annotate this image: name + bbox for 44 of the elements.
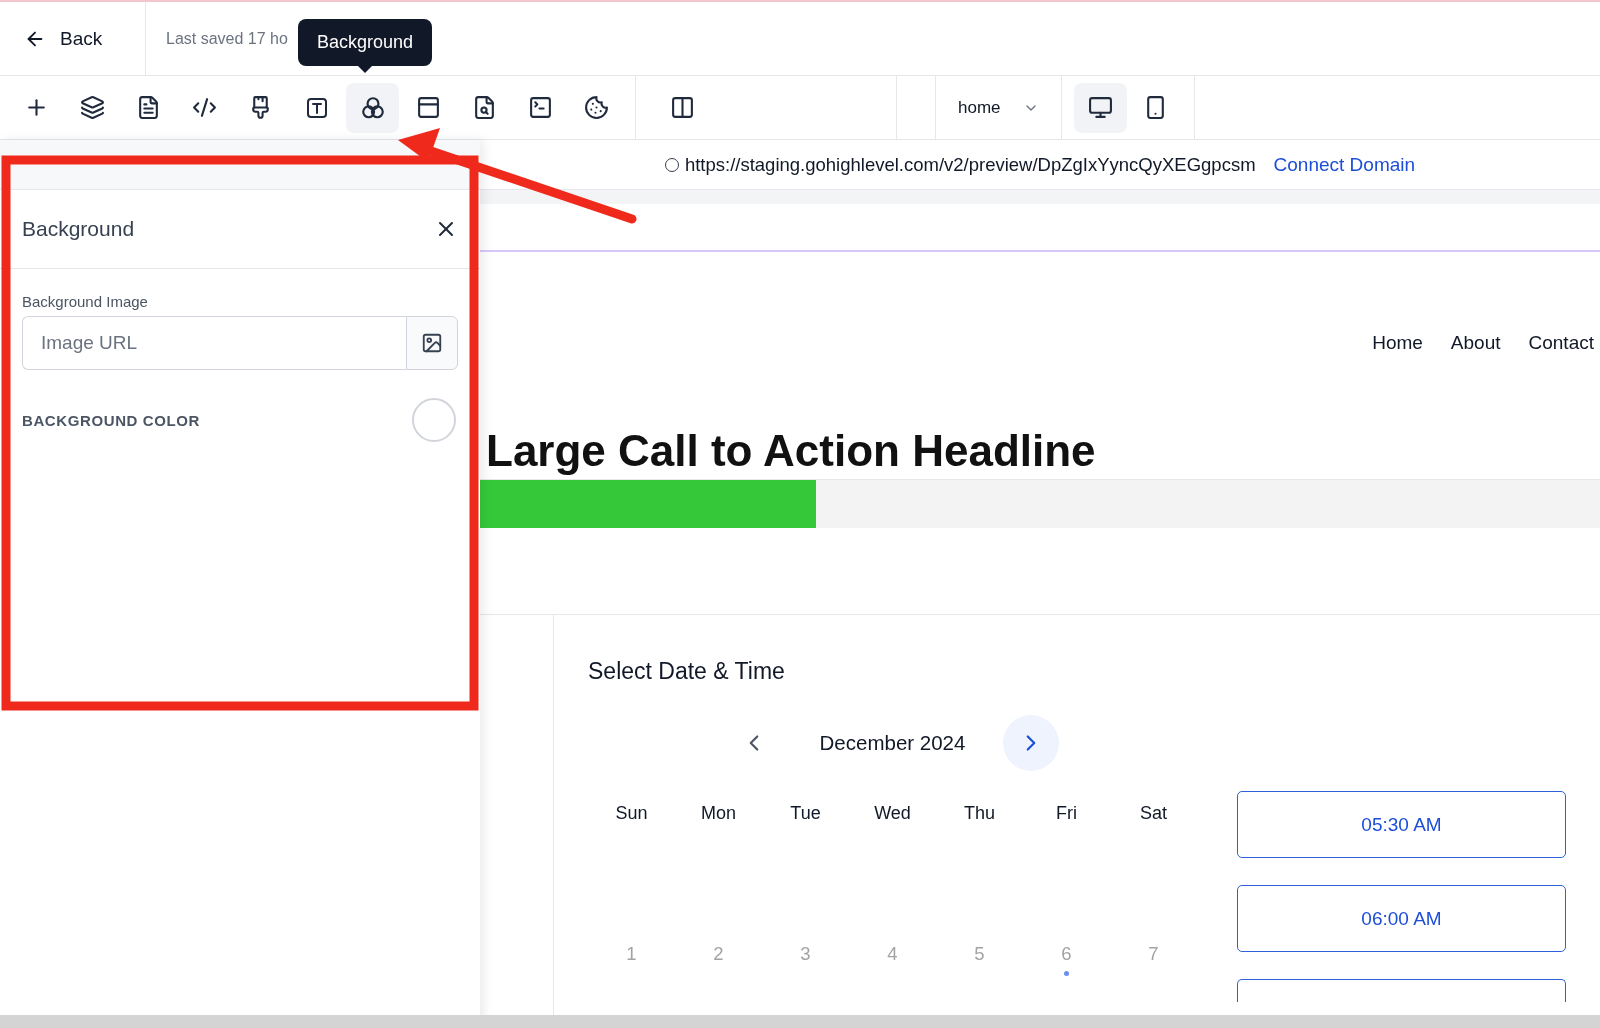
image-url-field[interactable]: Image URL — [22, 316, 406, 370]
nav-link[interactable]: About — [1450, 332, 1501, 354]
code-icon — [192, 95, 217, 120]
weekday-label: Sat — [1139, 803, 1168, 826]
preview-url: https://staging.gohighlevel.com/v2/preview/DpZgIxYyncQyXEGgpcsm — [684, 153, 1256, 176]
pointer-tooltip — [358, 66, 373, 73]
color-swatch[interactable] — [412, 398, 456, 442]
color-label: BACKGROUND COLOR — [22, 411, 200, 429]
weekday-label: Wed — [873, 803, 912, 826]
page-search-icon — [472, 95, 497, 120]
headline: Large Call to Action Headline — [486, 427, 1097, 476]
image-picker-button[interactable] — [406, 316, 458, 370]
columns-icon — [670, 95, 695, 120]
weekday-label: Thu — [963, 803, 996, 826]
cookie-icon — [584, 95, 609, 120]
terminal-icon — [528, 95, 553, 120]
circles-icon — [359, 94, 386, 121]
desktop-icon — [1087, 95, 1113, 120]
field-label: Background Image — [22, 293, 149, 310]
weekday-label: Sun — [614, 803, 649, 826]
panel-title: Background — [22, 217, 135, 241]
page-dropdown[interactable]: home — [936, 76, 1062, 139]
date-marker-dot — [1064, 971, 1069, 977]
back-button[interactable]: Back — [0, 2, 146, 75]
time-slot-button[interactable]: 06:00 AM — [1237, 885, 1566, 953]
weekday-label: Tue — [789, 803, 822, 826]
image-icon — [421, 332, 443, 354]
time-slot-button[interactable]: 05:30 AM — [1237, 791, 1566, 859]
time-slot-button[interactable] — [1237, 979, 1566, 1003]
last-saved-text: Last saved 17 ho — [166, 29, 288, 48]
page-icon — [136, 95, 161, 120]
layers-icon — [80, 95, 105, 120]
window-icon — [416, 95, 441, 120]
weekday-label: Mon — [700, 803, 737, 826]
connect-domain-link[interactable]: Connect Domain — [1273, 153, 1416, 176]
nav-link[interactable]: Contact — [1528, 332, 1594, 354]
nav-link[interactable]: Home — [1372, 332, 1423, 354]
text-icon — [304, 95, 329, 120]
calendar-title: Select Date & Time — [588, 658, 786, 686]
device-button[interactable] — [1073, 82, 1127, 133]
weekday-label: Fri — [1055, 803, 1078, 826]
tooltip: Background — [298, 19, 433, 66]
month-label: December 2024 — [819, 731, 966, 756]
toolbar-button[interactable] — [346, 82, 399, 133]
